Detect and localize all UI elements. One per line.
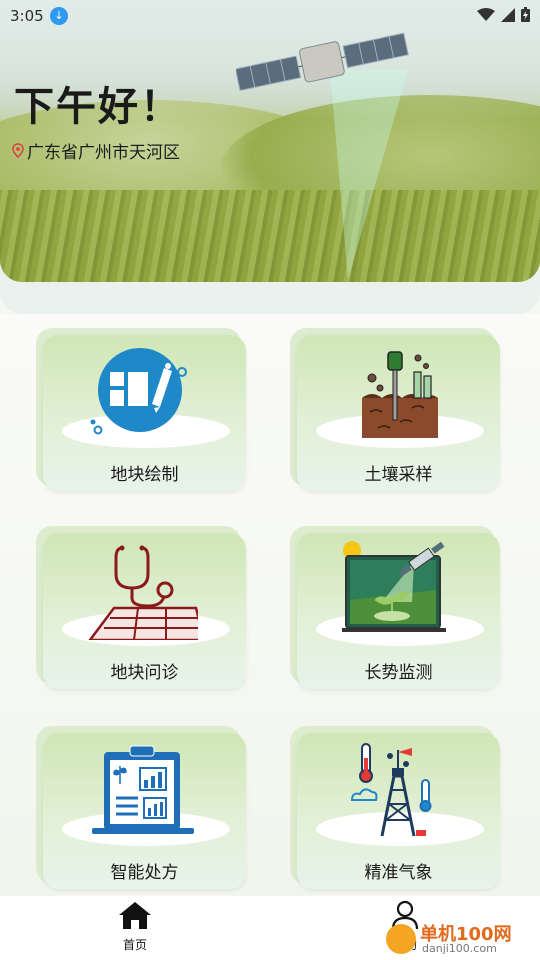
- weather-icon: [350, 743, 432, 837]
- download-icon: ↓: [50, 7, 68, 25]
- status-bar: 3:05 ↓: [0, 0, 540, 32]
- card-label: 精准气象: [364, 863, 433, 883]
- card-label: 地块绘制: [110, 465, 179, 485]
- card-soil-sample[interactable]: 土壤采样: [290, 328, 500, 494]
- card-label: 地块问诊: [110, 663, 179, 683]
- home-icon: [119, 902, 151, 929]
- soil-sample-icon: [362, 351, 438, 438]
- card-label: 长势监测: [364, 663, 433, 683]
- watermark-logo-icon: [386, 924, 416, 954]
- growth-monitor-icon: [342, 541, 446, 632]
- satellite-icon: [236, 32, 409, 92]
- location-pin-icon: [12, 143, 24, 158]
- wifi-icon: [477, 7, 495, 21]
- watermark: 单机100网 danji100.com: [386, 918, 536, 958]
- plot-diagnosis-icon: [88, 545, 198, 640]
- smart-prescription-icon: [92, 745, 194, 834]
- location[interactable]: 广东省广州市天河区: [12, 138, 180, 163]
- card-weather[interactable]: 精准气象: [290, 726, 500, 892]
- signal-icon: [501, 7, 515, 22]
- card-label: 智能处方: [110, 863, 179, 883]
- battery-icon: [521, 7, 530, 22]
- greeting-title: 下午好！: [14, 84, 182, 130]
- card-plot-diagnosis[interactable]: 地块问诊: [36, 526, 246, 692]
- hero-banner: 3:05 ↓ 下午好！ 广东省广州市天河区: [0, 0, 540, 282]
- plot-draw-icon: [90, 348, 187, 435]
- card-smart-prescription[interactable]: 智能处方: [36, 726, 246, 892]
- watermark-url: danji100.com: [422, 942, 497, 955]
- location-text: 广东省广州市天河区: [27, 143, 180, 163]
- card-label: 土壤采样: [364, 465, 433, 485]
- card-growth-monitor[interactable]: 长势监测: [290, 526, 500, 692]
- nav-home[interactable]: 首页: [110, 900, 160, 953]
- nav-home-label: 首页: [122, 938, 147, 952]
- status-time: 3:05: [10, 7, 44, 25]
- card-plot-draw[interactable]: 地块绘制: [36, 328, 246, 494]
